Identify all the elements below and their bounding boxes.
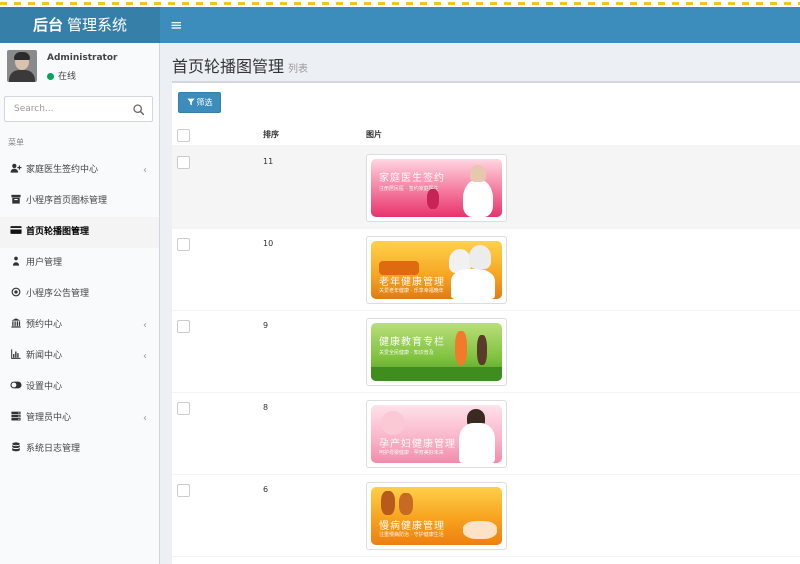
toggle-icon	[10, 381, 22, 389]
sidebar-item-miniprogram-icons[interactable]: 小程序首页图标管理	[0, 186, 159, 217]
row-checkbox[interactable]	[177, 484, 190, 497]
banner-title: 孕产妇健康管理	[379, 439, 456, 450]
top-decorative-strip	[0, 0, 800, 7]
table-row[interactable]: 10 老年健康管理 关爱老年健康 · 乐享幸福晚年	[172, 228, 800, 310]
sidebar-menu: 家庭医生签约中心 ‹ 小程序首页图标管理 首页轮播图管理 用户管理 小程序公告管…	[0, 155, 159, 465]
banner-image: 健康教育专栏 关爱全民健康 · 知识普及	[371, 323, 502, 381]
banner-subtitle: 关爱老年健康 · 乐享幸福晚年	[379, 288, 444, 294]
logo-bold: 后台	[32, 16, 63, 34]
row-checkbox[interactable]	[177, 402, 190, 415]
sidebar-item-label: 小程序公告管理	[26, 289, 90, 299]
sidebar-item-admin[interactable]: 管理员中心 ‹	[0, 403, 159, 434]
sort-value: 11	[263, 157, 274, 166]
sidebar: Administrator 在线 菜单 家庭医生签约中心 ‹ 小程序首页图标管理…	[0, 43, 160, 564]
banner-image: 慢病健康管理 注重慢病防治 · 守护健康生活	[371, 487, 502, 545]
sort-value: 6	[263, 485, 269, 494]
archive-icon	[11, 194, 21, 204]
chevron-left-icon: ‹	[143, 351, 147, 362]
sidebar-item-news[interactable]: 新闻中心 ‹	[0, 341, 159, 372]
user-status-text: 在线	[58, 72, 77, 82]
banner-title: 家庭医生签约	[379, 173, 445, 184]
row-checkbox[interactable]	[177, 156, 190, 169]
sort-value: 10	[263, 239, 274, 248]
banner-image: 老年健康管理 关爱老年健康 · 乐享幸福晚年	[371, 241, 502, 299]
banner-thumbnail[interactable]: 老年健康管理 关爱老年健康 · 乐享幸福晚年	[366, 236, 507, 304]
row-checkbox[interactable]	[177, 320, 190, 333]
list-box: 筛选 排序 图片 11 家庭医生签约 注册居民医 · 签约家庭医生 10 老年健…	[172, 81, 800, 564]
sidebar-item-label: 预约中心	[26, 320, 63, 330]
user-name: Administrator	[47, 53, 118, 63]
avatar	[7, 50, 37, 82]
banner-thumbnail[interactable]: 家庭医生签约 注册居民医 · 签约家庭医生	[366, 154, 507, 222]
chevron-left-icon: ‹	[143, 165, 147, 176]
sidebar-item-label: 家庭医生签约中心	[26, 165, 99, 175]
sidebar-search	[4, 96, 153, 122]
banner-image: 孕产妇健康管理 呵护母婴健康 · 孕育美好未来	[371, 405, 502, 463]
page-subtitle: 列表	[288, 64, 309, 75]
table-row[interactable]: 6 慢病健康管理 注重慢病防治 · 守护健康生活	[172, 474, 800, 556]
banner-thumbnail[interactable]: 孕产妇健康管理 呵护母婴健康 · 孕育美好未来	[366, 400, 507, 468]
banner-title: 老年健康管理	[379, 277, 445, 288]
sidebar-item-label: 设置中心	[26, 382, 63, 392]
banner-image: 家庭医生签约 注册居民医 · 签约家庭医生	[371, 159, 502, 217]
sidebar-item-label: 管理员中心	[26, 413, 72, 423]
filter-icon	[186, 98, 195, 106]
sidebar-item-label: 首页轮播图管理	[26, 227, 90, 237]
search-input[interactable]	[5, 97, 125, 121]
sidebar-item-label: 系统日志管理	[26, 444, 81, 454]
column-header-image: 图片	[366, 130, 382, 139]
sidebar-item-carousel[interactable]: 首页轮播图管理	[0, 217, 159, 248]
search-icon[interactable]	[132, 103, 145, 116]
banner-title: 慢病健康管理	[379, 521, 445, 532]
dot-circle-icon	[11, 287, 21, 297]
filter-button-label: 筛选	[196, 98, 213, 107]
user-plus-icon	[10, 163, 22, 173]
bar-chart-icon	[11, 349, 21, 359]
logo-text: 管理系统	[67, 16, 128, 34]
page-title-text: 首页轮播图管理	[172, 57, 285, 76]
sidebar-item-family-doctor[interactable]: 家庭医生签约中心 ‹	[0, 155, 159, 186]
sidebar-item-system-log[interactable]: 系统日志管理	[0, 434, 159, 465]
sidebar-item-label: 小程序首页图标管理	[26, 196, 108, 206]
bank-icon	[11, 318, 21, 328]
table-header: 排序 图片	[172, 124, 800, 146]
table-row[interactable]: 9 健康教育专栏 关爱全民健康 · 知识普及	[172, 310, 800, 392]
table-row[interactable]: 11 家庭医生签约 注册居民医 · 签约家庭医生	[172, 146, 800, 228]
credit-card-icon	[10, 226, 22, 234]
user-status: 在线	[47, 69, 76, 82]
select-all-checkbox[interactable]	[177, 129, 190, 142]
top-navbar: 后台 管理系统 ≡	[0, 7, 800, 43]
column-header-sort: 排序	[263, 130, 279, 139]
table-row[interactable]: 8 孕产妇健康管理 呵护母婴健康 · 孕育美好未来	[172, 392, 800, 474]
banner-subtitle: 注重慢病防治 · 守护健康生活	[379, 532, 444, 538]
banner-thumbnail[interactable]: 健康教育专栏 关爱全民健康 · 知识普及	[366, 318, 507, 386]
sort-value: 8	[263, 403, 269, 412]
sidebar-item-appointments[interactable]: 预约中心 ‹	[0, 310, 159, 341]
table-row[interactable]	[172, 556, 800, 564]
banner-thumbnail[interactable]: 慢病健康管理 注重慢病防治 · 守护健康生活	[366, 482, 507, 550]
sidebar-item-announcements[interactable]: 小程序公告管理	[0, 279, 159, 310]
server-icon	[11, 411, 21, 421]
sidebar-toggle-icon[interactable]: ≡	[170, 7, 183, 43]
chevron-left-icon: ‹	[143, 320, 147, 331]
user-panel: Administrator 在线	[0, 43, 159, 89]
menu-header: 菜单	[8, 138, 24, 147]
filter-button[interactable]: 筛选	[178, 92, 221, 113]
database-icon	[12, 442, 20, 452]
banner-subtitle: 关爱全民健康 · 知识普及	[379, 350, 434, 356]
page-title: 首页轮播图管理 列表	[172, 53, 308, 77]
row-checkbox[interactable]	[177, 238, 190, 251]
sidebar-item-settings[interactable]: 设置中心	[0, 372, 159, 403]
sort-value: 9	[263, 321, 269, 330]
banner-subtitle: 呵护母婴健康 · 孕育美好未来	[379, 450, 444, 456]
logo[interactable]: 后台 管理系统	[0, 7, 160, 43]
sidebar-item-label: 用户管理	[26, 258, 63, 268]
sidebar-item-users[interactable]: 用户管理	[0, 248, 159, 279]
user-group-icon	[12, 256, 20, 266]
main-content: 首页轮播图管理 列表 筛选 排序 图片 11 家庭医生签约 注册居民医 · 签约家…	[160, 43, 800, 564]
chevron-left-icon: ‹	[143, 413, 147, 424]
online-status-icon	[47, 73, 54, 80]
sidebar-item-label: 新闻中心	[26, 351, 63, 361]
banner-title: 健康教育专栏	[379, 337, 445, 348]
